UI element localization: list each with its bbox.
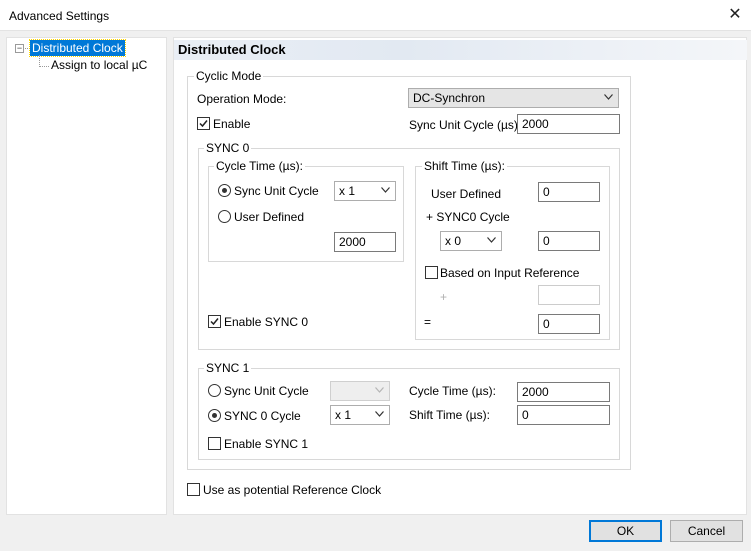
shift-time-legend: Shift Time (µs): (422, 159, 507, 173)
reference-clock-checkbox[interactable] (187, 483, 200, 496)
sync0-multiplier-value: x 1 (339, 184, 356, 198)
sync0-sync-unit-cycle-radio[interactable] (218, 184, 231, 197)
sync1-multiplier-value: x 1 (335, 408, 352, 422)
panel-title: Distributed Clock (174, 40, 747, 60)
chevron-down-icon (381, 187, 390, 193)
tree-item-assign-local-uc[interactable]: Assign to local µC (51, 58, 147, 72)
sync1-shift-time-input[interactable]: 0 (517, 405, 610, 425)
based-on-input-label: Based on Input Reference (440, 266, 580, 280)
sync1-shift-time-label: Shift Time (µs): (409, 408, 490, 422)
sync-unit-cycle-label: Sync Unit Cycle (µs): (409, 118, 522, 132)
sync1-cycle-time-input[interactable]: 2000 (517, 382, 610, 402)
sync0-user-defined-radio[interactable] (218, 210, 231, 223)
operation-mode-label: Operation Mode: (197, 92, 287, 106)
cyclic-mode-legend: Cyclic Mode (194, 69, 264, 83)
equals-sign: = (424, 315, 432, 329)
input-reference-input[interactable] (538, 285, 600, 305)
operation-mode-value: DC-Synchron (413, 91, 486, 105)
chevron-down-icon (375, 387, 384, 393)
shift-user-defined-input[interactable]: 0 (538, 182, 600, 202)
enable-sync1-checkbox[interactable] (208, 437, 221, 450)
shift-sync0-cycle-label: + SYNC0 Cycle (426, 210, 510, 224)
tree-item-distributed-clock[interactable]: Distributed Clock (29, 39, 126, 57)
ok-button[interactable]: OK (589, 520, 662, 542)
chevron-down-icon (487, 237, 496, 243)
based-on-input-checkbox[interactable] (425, 266, 438, 279)
close-icon[interactable]: ✕ (726, 6, 744, 24)
enable-sync0-label: Enable SYNC 0 (224, 315, 309, 329)
shift-multiplier-value: x 0 (445, 234, 462, 248)
chevron-down-icon (604, 94, 613, 100)
operation-mode-select[interactable]: DC-Synchron (408, 88, 619, 108)
sync0-cycle-time-input[interactable]: 2000 (334, 232, 396, 252)
sync1-sync-unit-cycle-label: Sync Unit Cycle (224, 384, 309, 398)
sync1-sync-unit-cycle-radio[interactable] (208, 384, 221, 397)
sync0-sync-unit-cycle-label: Sync Unit Cycle (234, 184, 319, 198)
enable-sync0-checkbox[interactable] (208, 315, 221, 328)
sync1-cycle-time-label: Cycle Time (µs): (409, 384, 496, 398)
sync0-multiplier-select[interactable]: x 1 (334, 181, 396, 201)
sync1-legend: SYNC 1 (204, 361, 252, 375)
sync0-user-defined-label: User Defined (234, 210, 305, 224)
reference-clock-label: Use as potential Reference Clock (203, 483, 382, 497)
collapse-icon[interactable]: − (15, 44, 24, 53)
enable-sync1-label: Enable SYNC 1 (224, 437, 309, 451)
sync1-sync0-cycle-radio[interactable] (208, 409, 221, 422)
sync1-sync-unit-multiplier-select[interactable] (330, 381, 390, 401)
enable-checkbox[interactable] (197, 117, 210, 130)
window-title: Advanced Settings (9, 9, 110, 23)
sync-unit-cycle-input[interactable]: 2000 (517, 114, 620, 134)
cancel-button[interactable]: Cancel (670, 520, 743, 542)
chevron-down-icon (375, 411, 384, 417)
sync1-multiplier-select[interactable]: x 1 (330, 405, 390, 425)
shift-user-defined-label: User Defined (431, 187, 502, 201)
shift-result-input[interactable]: 0 (538, 314, 600, 334)
cycle-time-legend: Cycle Time (µs): (214, 159, 305, 173)
enable-label: Enable (213, 117, 251, 131)
shift-multiplier-select[interactable]: x 0 (440, 231, 502, 251)
sync0-legend: SYNC 0 (204, 141, 252, 155)
tree-connector (39, 66, 49, 67)
sync1-sync0-cycle-label: SYNC 0 Cycle (224, 409, 301, 423)
title-bar: Advanced Settings ✕ (0, 0, 751, 31)
plus-sign: + (440, 290, 448, 304)
shift-sync0-cycle-input[interactable]: 0 (538, 231, 600, 251)
settings-tree: − Distributed Clock Assign to local µC (6, 37, 167, 515)
